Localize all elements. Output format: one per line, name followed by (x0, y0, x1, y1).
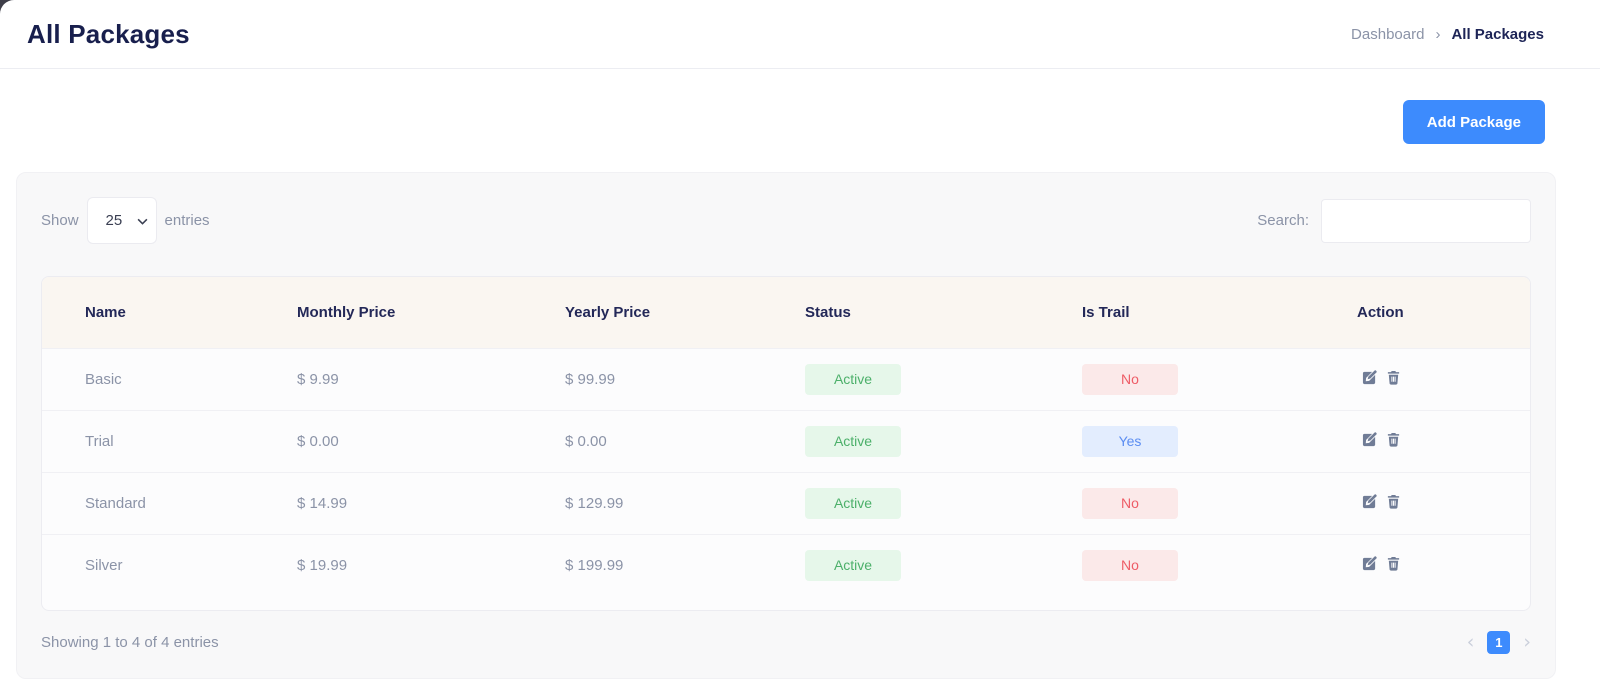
status-badge: Active (805, 363, 901, 395)
next-page-icon[interactable]: › (1523, 633, 1531, 652)
status-badge: Active (805, 425, 901, 457)
edit-icon[interactable] (1362, 493, 1377, 509)
entries-label: entries (164, 212, 210, 229)
cell-action (1357, 409, 1530, 472)
page-size-select-wrap: 25 (86, 197, 157, 244)
edit-icon[interactable] (1362, 556, 1377, 571)
is-trail-badge: Yes (1082, 425, 1178, 457)
table-row: Standard $ 14.99 $ 129.99 Active No (42, 471, 1530, 534)
cell-is-trail: No (1082, 471, 1357, 534)
prev-page-icon[interactable]: ‹ (1467, 633, 1475, 652)
edit-icon[interactable] (1362, 369, 1377, 385)
cell-name: Standard (42, 471, 297, 534)
table-row: Silver $ 19.99 $ 199.99 Active No (42, 533, 1530, 596)
column-header-monthly: Monthly Price (297, 277, 565, 348)
table-controls: Show 25 entries Search: (41, 197, 1531, 244)
column-header-istrail: Is Trail (1082, 277, 1357, 348)
packages-card: Show 25 entries Search: Name Monthly Pri… (16, 172, 1556, 679)
cell-yearly-price: $ 0.00 (565, 409, 805, 472)
page-length-control: Show 25 entries (41, 197, 210, 244)
cell-status: Active (805, 347, 1082, 410)
page-header: All Packages Dashboard › All Packages (0, 0, 1600, 69)
cell-name: Silver (42, 533, 297, 596)
row-actions (1357, 431, 1401, 447)
main-content-panel: All Packages Dashboard › All Packages Ad… (0, 0, 1600, 700)
cell-name: Basic (42, 347, 297, 410)
cell-monthly-price: $ 9.99 (297, 347, 565, 410)
cell-status: Active (805, 533, 1082, 596)
status-badge: Active (805, 487, 901, 519)
row-actions (1357, 369, 1401, 385)
delete-icon[interactable] (1386, 370, 1401, 385)
edit-icon[interactable] (1362, 431, 1377, 447)
search-control: Search: (1257, 198, 1531, 243)
delete-icon[interactable] (1386, 494, 1401, 509)
cell-action (1357, 471, 1530, 534)
row-actions (1357, 556, 1401, 571)
delete-icon[interactable] (1386, 432, 1401, 447)
is-trail-badge: No (1082, 487, 1178, 519)
table-body: Basic $ 9.99 $ 99.99 Active No Trial $ 0… (42, 347, 1530, 596)
cell-action (1357, 533, 1530, 596)
delete-icon[interactable] (1386, 556, 1401, 571)
pagination: ‹ 1 › (1467, 631, 1531, 654)
table-footer: Showing 1 to 4 of 4 entries ‹ 1 › (41, 631, 1531, 654)
row-actions (1357, 493, 1401, 509)
status-badge: Active (805, 549, 901, 581)
cell-monthly-price: $ 19.99 (297, 533, 565, 596)
cell-status: Active (805, 471, 1082, 534)
cell-is-trail: No (1082, 347, 1357, 410)
breadcrumb-dashboard-link[interactable]: Dashboard (1351, 26, 1424, 43)
cell-is-trail: Yes (1082, 409, 1357, 472)
toolbar: Add Package (0, 69, 1600, 144)
column-header-action: Action (1357, 277, 1530, 348)
cell-yearly-price: $ 199.99 (565, 533, 805, 596)
cell-monthly-price: $ 14.99 (297, 471, 565, 534)
search-label: Search: (1257, 212, 1309, 229)
cell-is-trail: No (1082, 533, 1357, 596)
show-label: Show (41, 212, 79, 229)
entries-summary: Showing 1 to 4 of 4 entries (41, 634, 219, 651)
cell-monthly-price: $ 0.00 (297, 409, 565, 472)
is-trail-badge: No (1082, 363, 1178, 395)
table-row: Basic $ 9.99 $ 99.99 Active No (42, 347, 1530, 410)
column-header-yearly: Yearly Price (565, 277, 805, 348)
packages-table: Name Monthly Price Yearly Price Status I… (42, 277, 1530, 596)
page-number-button[interactable]: 1 (1487, 631, 1511, 654)
page-size-select[interactable]: 25 (86, 197, 157, 244)
cell-name: Trial (42, 409, 297, 472)
cell-status: Active (805, 409, 1082, 472)
table-header: Name Monthly Price Yearly Price Status I… (42, 277, 1530, 348)
table-row: Trial $ 0.00 $ 0.00 Active Yes (42, 409, 1530, 472)
add-package-button[interactable]: Add Package (1402, 100, 1545, 144)
column-header-name: Name (42, 277, 297, 348)
breadcrumb-separator-icon: › (1435, 25, 1441, 43)
breadcrumb: Dashboard › All Packages (1351, 26, 1544, 43)
column-header-status: Status (805, 277, 1082, 348)
breadcrumb-current: All Packages (1451, 25, 1544, 43)
packages-table-container: Name Monthly Price Yearly Price Status I… (41, 276, 1531, 611)
page-title: All Packages (27, 18, 190, 49)
cell-yearly-price: $ 99.99 (565, 347, 805, 410)
is-trail-badge: No (1082, 549, 1178, 581)
cell-action (1357, 347, 1530, 410)
search-input[interactable] (1321, 198, 1531, 243)
cell-yearly-price: $ 129.99 (565, 471, 805, 534)
